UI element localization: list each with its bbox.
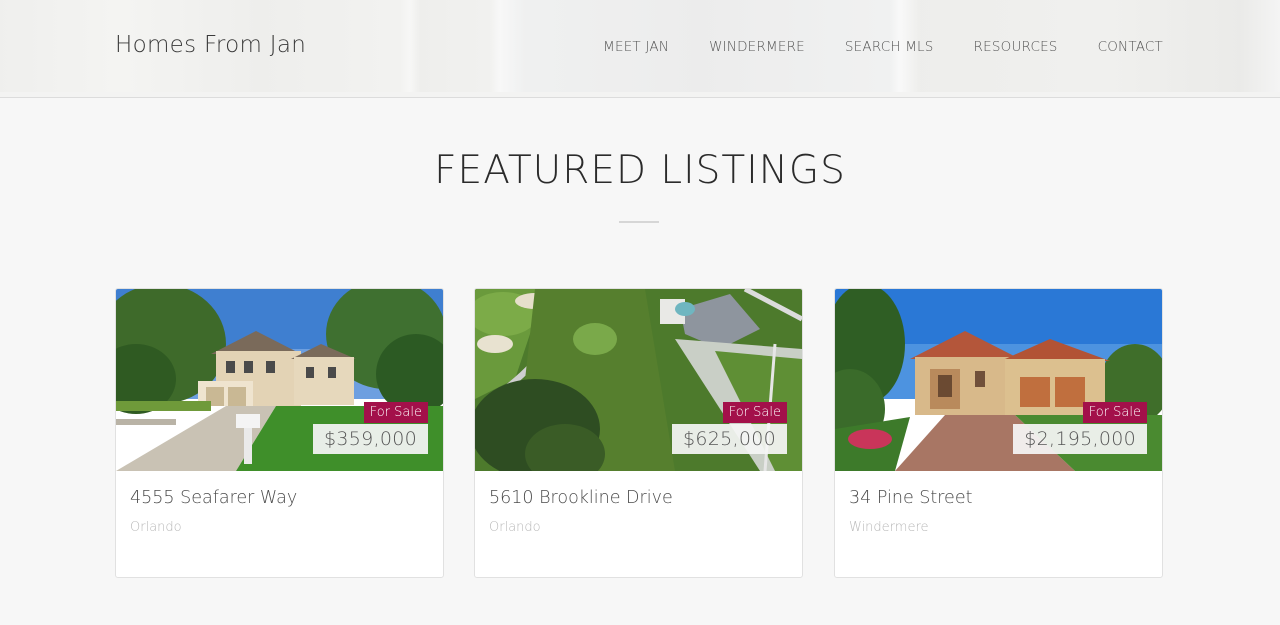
price-label: $625,000 xyxy=(671,424,787,454)
listing-address[interactable]: 4555 Seafarer Way xyxy=(130,488,297,508)
listing-address[interactable]: 34 Pine Street xyxy=(849,488,972,508)
nav-item-meet-jan[interactable]: MEET JAN xyxy=(603,39,669,55)
status-badge: For Sale xyxy=(363,402,428,423)
status-badge: For Sale xyxy=(722,402,787,423)
listing-card[interactable]: For Sale $359,000 4555 Seafarer Way Orla… xyxy=(115,288,444,578)
price-label: $2,195,000 xyxy=(1013,424,1147,454)
title-divider xyxy=(619,221,659,223)
nav-item-search-mls[interactable]: SEARCH MLS xyxy=(845,39,934,55)
site-logo-text[interactable]: Homes From Jan xyxy=(115,32,306,58)
nav-item-windermere[interactable]: WINDERMERE xyxy=(709,39,805,55)
listing-photo[interactable]: For Sale $359,000 xyxy=(116,289,443,471)
listing-address[interactable]: 5610 Brookline Drive xyxy=(489,488,673,508)
listing-photo[interactable]: For Sale $625,000 xyxy=(475,289,802,471)
listing-city: Orlando xyxy=(130,520,182,535)
listing-card[interactable]: For Sale $625,000 5610 Brookline Drive O… xyxy=(474,288,803,578)
listing-city: Orlando xyxy=(489,520,541,535)
main-nav: MEET JAN WINDERMERE SEARCH MLS RESOURCES… xyxy=(603,39,1163,55)
listing-card[interactable]: For Sale $2,195,000 34 Pine Street Winde… xyxy=(834,288,1163,578)
listing-city: Windermere xyxy=(849,520,929,535)
section-title: FEATURED LISTINGS xyxy=(434,148,846,193)
status-badge: For Sale xyxy=(1082,402,1147,423)
listing-photo[interactable]: For Sale $2,195,000 xyxy=(835,289,1162,471)
site-header: Homes From Jan MEET JAN WINDERMERE SEARC… xyxy=(0,0,1280,98)
listings-grid: For Sale $359,000 4555 Seafarer Way Orla… xyxy=(115,288,1164,578)
nav-item-contact[interactable]: CONTACT xyxy=(1098,39,1163,55)
price-label: $359,000 xyxy=(312,424,428,454)
nav-item-resources[interactable]: RESOURCES xyxy=(974,39,1058,55)
